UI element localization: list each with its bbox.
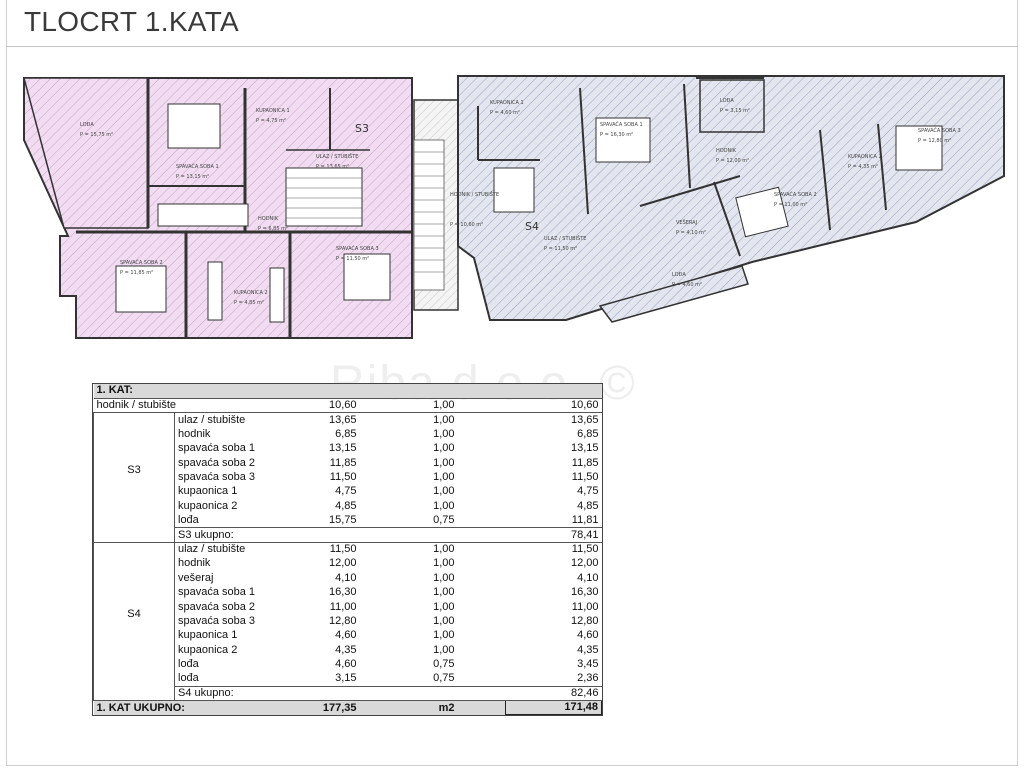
s3-row-room: spavaća soba 1 <box>178 442 256 455</box>
s4-row-coef: 0,75 <box>433 672 455 685</box>
s3-subtotal-row: S3 ukupno: 78,41 <box>93 527 602 543</box>
s4-row-coef: 1,00 <box>433 614 455 627</box>
grand-total-row: 1. KAT UKUPNO: 177,35 m2 171,48 <box>93 700 602 716</box>
s4-subtotal-label: S4 ukupno: <box>174 685 506 702</box>
s3-row-coef: 0,75 <box>433 513 455 526</box>
s3-row-coef: 1,00 <box>433 442 455 455</box>
title-divider <box>6 46 1018 47</box>
s3-row-room: kupaonica 1 <box>178 485 238 498</box>
s4-row-area: 11,00 <box>329 600 357 613</box>
s4-row-coef: 1,00 <box>433 600 455 613</box>
common-area: 10,60 <box>274 398 360 414</box>
s3-row-room: lođa <box>178 513 199 526</box>
s4-row-coef: 1,00 <box>433 586 455 599</box>
s3-row-room: spavaća soba 3 <box>178 471 256 484</box>
s3-row-net: 4,75 <box>577 485 599 498</box>
page-title: TLOCRT 1.KATA <box>24 6 239 37</box>
s4-row-area: 11,50 <box>329 543 357 556</box>
s4-row-room: ulaz / stubište <box>178 543 246 556</box>
grand-total-unit: m2 <box>359 700 458 715</box>
s3-row-room: hodnik <box>178 427 211 440</box>
s3-row-area: 6,85 <box>335 427 357 440</box>
s4-row-room: kupaonica 2 <box>178 643 238 656</box>
s4-row-room: hodnik <box>178 557 211 570</box>
s3-row-room: ulaz / stubište <box>178 413 246 426</box>
s3-subtotal-value: 78,41 <box>505 527 602 543</box>
s4-row-net: 4,10 <box>577 571 599 584</box>
s3-row-coef: 1,00 <box>433 427 455 440</box>
s4-row-area: 12,80 <box>328 614 357 627</box>
s4-row-net: 12,80 <box>570 614 599 627</box>
s3-row-coef: 1,00 <box>433 485 455 498</box>
s3-row-net: 11,85 <box>571 456 599 469</box>
table-row: S4 ulaz / stubište 11,50 1,00 11,50 <box>93 541 602 687</box>
area-table: 1. KAT: hodnik / stubište 10,60 1,00 10,… <box>92 382 603 717</box>
table-row: S3 ulaz / stubište 13,65 1,00 13,65 <box>93 412 602 528</box>
s3-unit-label: S3 <box>93 412 175 528</box>
s3-row-area: 4,85 <box>335 499 357 512</box>
common-net: 10,60 <box>505 398 602 414</box>
s4-row-area: 12,00 <box>328 557 357 570</box>
s3-row-net: 11,81 <box>571 513 599 526</box>
s3-row-area: 15,75 <box>328 513 357 526</box>
grand-total-gross: 177,35 <box>274 700 360 715</box>
s3-row-coef: 1,00 <box>433 456 455 469</box>
s4-row-coef: 1,00 <box>433 571 455 584</box>
s4-row-coef: 0,75 <box>433 658 455 671</box>
s3-row-area: 4,75 <box>335 485 357 498</box>
common-row: hodnik / stubište 10,60 1,00 10,60 <box>93 398 602 414</box>
s3-row-area: 13,15 <box>328 442 357 455</box>
area-table-body: 1. KAT: hodnik / stubište 10,60 1,00 10,… <box>93 384 602 716</box>
s3-row-net: 13,15 <box>570 442 599 455</box>
s4-row-room: kupaonica 1 <box>178 629 238 642</box>
s4-row-room: spavaća soba 3 <box>178 614 256 627</box>
s4-row-room: lođa <box>178 658 199 671</box>
s3-subtotal-label: S3 ukupno: <box>174 527 506 543</box>
s3-row-net: 13,65 <box>570 413 599 426</box>
s3-row-coef: 1,00 <box>433 471 455 484</box>
s4-row-room: lođa <box>178 672 199 685</box>
s4-row-net: 4,35 <box>577 643 599 656</box>
s4-row-net: 12,00 <box>570 557 599 570</box>
grand-total-label: 1. KAT UKUPNO: <box>93 700 275 715</box>
s4-row-area: 16,30 <box>328 586 357 599</box>
s3-row-room: spavaća soba 2 <box>178 456 256 469</box>
s4-row-net: 16,30 <box>570 586 599 599</box>
s4-row-net: 11,50 <box>571 543 599 556</box>
s3-row-area: 13,65 <box>328 413 357 426</box>
s4-row-room: vešeraj <box>178 571 214 584</box>
s4-row-coef: 1,00 <box>433 629 455 642</box>
s3-row-net: 6,85 <box>577 427 599 440</box>
grand-total-net: 171,48 <box>505 700 602 716</box>
s3-row-area: 11,85 <box>329 456 357 469</box>
s4-row-net: 3,45 <box>577 658 599 671</box>
s3-row-net: 4,85 <box>577 499 599 512</box>
s4-row-area: 3,15 <box>335 672 357 685</box>
s3-row-area: 11,50 <box>329 471 357 484</box>
common-room: hodnik / stubište <box>93 398 275 414</box>
s4-row-net: 11,00 <box>571 600 599 613</box>
s4-row-net: 2,36 <box>577 672 599 685</box>
s4-unit-label: S4 <box>93 541 175 687</box>
s3-row-room: kupaonica 2 <box>178 499 238 512</box>
s4-row-room: spavaća soba 1 <box>178 586 256 599</box>
s4-subtotal-row: S4 ukupno: 82,46 <box>93 685 602 702</box>
table-header-row: 1. KAT: <box>93 384 602 399</box>
s4-row-coef: 1,00 <box>433 557 455 570</box>
table-header: 1. KAT: <box>93 384 602 399</box>
s4-row-area: 4,35 <box>335 643 357 656</box>
s4-row-area: 4,60 <box>335 658 357 671</box>
s3-row-coef: 1,00 <box>433 499 455 512</box>
s4-subtotal-value: 82,46 <box>505 685 602 702</box>
s4-row-coef: 1,00 <box>433 543 455 556</box>
s3-row-coef: 1,00 <box>433 413 455 426</box>
s4-row-coef: 1,00 <box>433 643 455 656</box>
s3-row-net: 11,50 <box>571 471 599 484</box>
common-coef: 1,00 <box>359 398 458 414</box>
s4-row-area: 4,10 <box>335 571 357 584</box>
s4-row-room: spavaća soba 2 <box>178 600 256 613</box>
s4-row-area: 4,60 <box>335 629 357 642</box>
s4-row-net: 4,60 <box>577 629 599 642</box>
